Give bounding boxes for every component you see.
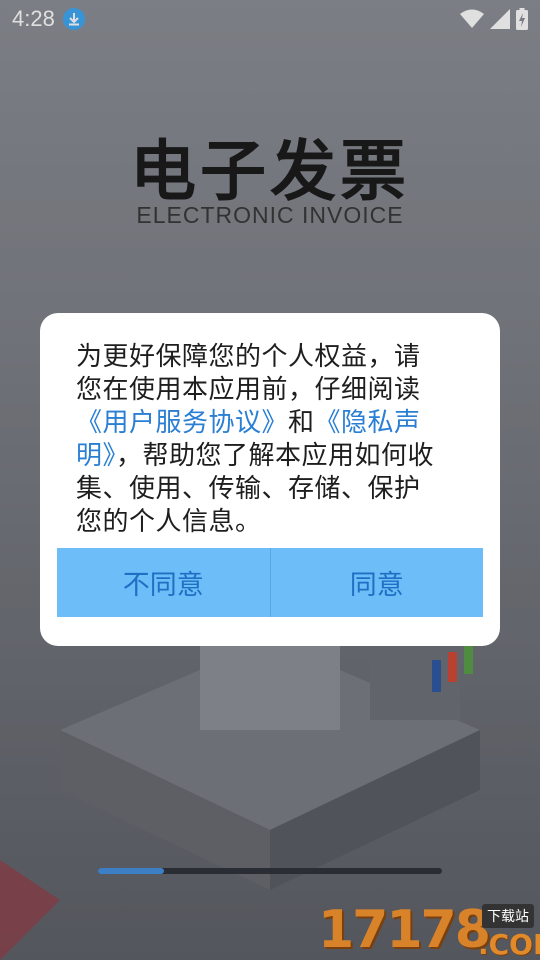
disagree-button[interactable]: 不同意 (57, 548, 270, 617)
watermark-number: 17178 (318, 900, 491, 960)
message-outro: ，帮助您了解本应用如何收集、使用、传输、存储、保护您的个人信息。 (76, 441, 435, 537)
dialog-button-row: 不同意 同意 (57, 548, 483, 617)
message-intro: 为更好保障您的个人权益，请您在使用本应用前，仔细阅读 (76, 342, 421, 405)
privacy-dialog: 为更好保障您的个人权益，请您在使用本应用前，仔细阅读《用户服务协议》和《隐私声明… (40, 313, 500, 646)
agree-button[interactable]: 同意 (271, 548, 484, 617)
navigation-handle-fill (98, 868, 164, 874)
dialog-message: 为更好保障您的个人权益，请您在使用本应用前，仔细阅读《用户服务协议》和《隐私声明… (76, 341, 444, 539)
terms-of-service-link[interactable]: 《用户服务协议》 (76, 408, 288, 438)
message-and: 和 (288, 408, 315, 438)
watermark-tag: 下载站 (482, 904, 534, 928)
watermark-logo: 17178 下载站 .COM (318, 900, 540, 960)
watermark-domain: .COM (478, 928, 540, 960)
navigation-handle[interactable] (98, 868, 442, 874)
